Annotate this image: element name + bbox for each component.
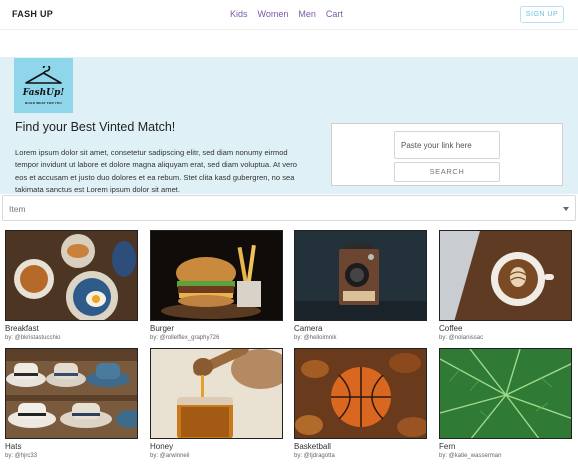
sign-up-button[interactable]: SIGN UP <box>520 6 564 23</box>
gallery-item-author: by: @nolanissac <box>439 335 484 341</box>
logo-tagline: BUILD WHAT FOR YOU <box>25 101 62 105</box>
gallery-item-author: by: @tjdragotta <box>294 453 335 459</box>
basketball-photo[interactable] <box>294 348 427 439</box>
nav-link-men[interactable]: Men <box>298 9 316 19</box>
gallery-item-title: Camera <box>294 324 323 333</box>
honey-photo[interactable] <box>150 348 283 439</box>
main-nav: Kids Women Men Cart <box>230 9 343 19</box>
caret-down-icon <box>563 207 569 211</box>
nav-link-cart[interactable]: Cart <box>326 9 343 19</box>
fern-photo[interactable] <box>439 348 572 439</box>
fashup-logo: FashUp! BUILD WHAT FOR YOU <box>14 58 73 113</box>
search-button[interactable]: SEARCH <box>394 162 500 182</box>
gallery-item-author: by: @katie_wasserman <box>439 453 502 459</box>
camera-photo[interactable] <box>294 230 427 321</box>
gallery-item[interactable]: Hats by: @hjrc33 <box>5 348 138 459</box>
burger-photo[interactable] <box>150 230 283 321</box>
hero-description: Lorem ipsum dolor sit amet, consetetur s… <box>15 148 297 194</box>
hanger-icon <box>25 66 62 84</box>
gallery-item[interactable]: Honey by: @arwinneil <box>150 348 283 459</box>
top-bar: FASH UP Kids Women Men Cart SIGN UP <box>0 0 578 30</box>
hero-title: Find your Best Vinted Match! <box>15 120 176 134</box>
gallery-item[interactable]: Coffee by: @nolanissac <box>439 230 572 341</box>
item-select-label: Item <box>9 204 26 214</box>
brand-name[interactable]: FASH UP <box>12 9 53 19</box>
coffee-photo[interactable] <box>439 230 572 321</box>
logo-wordmark: FashUp! <box>22 88 65 98</box>
gallery-item-title: Honey <box>150 442 174 451</box>
gallery-item-author: by: @rollelflex_graphy726 <box>150 335 220 341</box>
link-search-card: SEARCH <box>331 123 563 186</box>
gallery-item-author: by: @helloimnik <box>294 335 337 341</box>
hats-photo[interactable] <box>5 348 138 439</box>
breakfast-photo[interactable] <box>5 230 138 321</box>
gallery-item[interactable]: Burger by: @rollelflex_graphy726 <box>150 230 283 341</box>
nav-link-kids[interactable]: Kids <box>230 9 248 19</box>
gallery-item-author: by: @bkristastucchio <box>5 335 61 341</box>
item-select[interactable]: Item <box>2 195 576 221</box>
gallery-item[interactable]: Basketball by: @tjdragotta <box>294 348 427 459</box>
nav-link-women[interactable]: Women <box>258 9 289 19</box>
gallery-item[interactable]: Camera by: @helloimnik <box>294 230 427 341</box>
gallery-item[interactable]: Breakfast by: @bkristastucchio <box>5 230 138 341</box>
gallery-item-title: Burger <box>150 324 175 333</box>
gallery-item-title: Basketball <box>294 442 331 451</box>
gallery-item-author: by: @arwinneil <box>150 453 190 459</box>
hero-section: FashUp! BUILD WHAT FOR YOU Find your Bes… <box>0 57 578 194</box>
gallery-item[interactable]: Fern by: @katie_wasserman <box>439 348 572 459</box>
link-input[interactable] <box>394 131 500 159</box>
gallery-item-title: Hats <box>5 442 22 451</box>
gallery-item-author: by: @hjrc33 <box>5 453 38 459</box>
gallery-item-title: Breakfast <box>5 324 39 333</box>
gallery-item-title: Fern <box>439 442 456 451</box>
gallery-item-title: Coffee <box>439 324 463 333</box>
